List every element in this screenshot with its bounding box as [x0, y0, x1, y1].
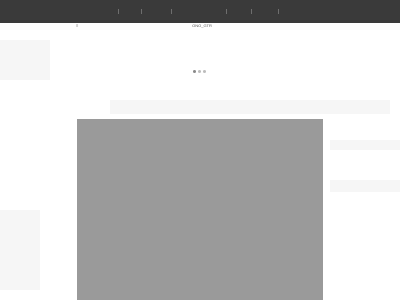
background-texture	[0, 40, 50, 80]
nav-separator	[251, 9, 252, 14]
carousel-dot[interactable]	[193, 70, 196, 73]
nav-separator	[141, 9, 142, 14]
menu-icon[interactable]: ≡	[76, 24, 78, 28]
site-label: ONO_GTR	[192, 23, 212, 28]
carousel-dot[interactable]	[198, 70, 201, 73]
carousel-dot[interactable]	[203, 70, 206, 73]
background-texture	[110, 100, 390, 114]
page: ≡ ONO_GTR	[0, 0, 400, 300]
nav-separator	[278, 9, 279, 14]
top-navigation-bar	[0, 0, 400, 23]
nav-separator	[118, 9, 119, 14]
background-texture	[330, 180, 400, 192]
nav-separator	[171, 9, 172, 14]
carousel-dots	[193, 70, 206, 74]
background-texture	[0, 210, 40, 290]
media-placeholder[interactable]	[77, 119, 323, 300]
background-texture	[330, 140, 400, 150]
nav-separator	[226, 9, 227, 14]
